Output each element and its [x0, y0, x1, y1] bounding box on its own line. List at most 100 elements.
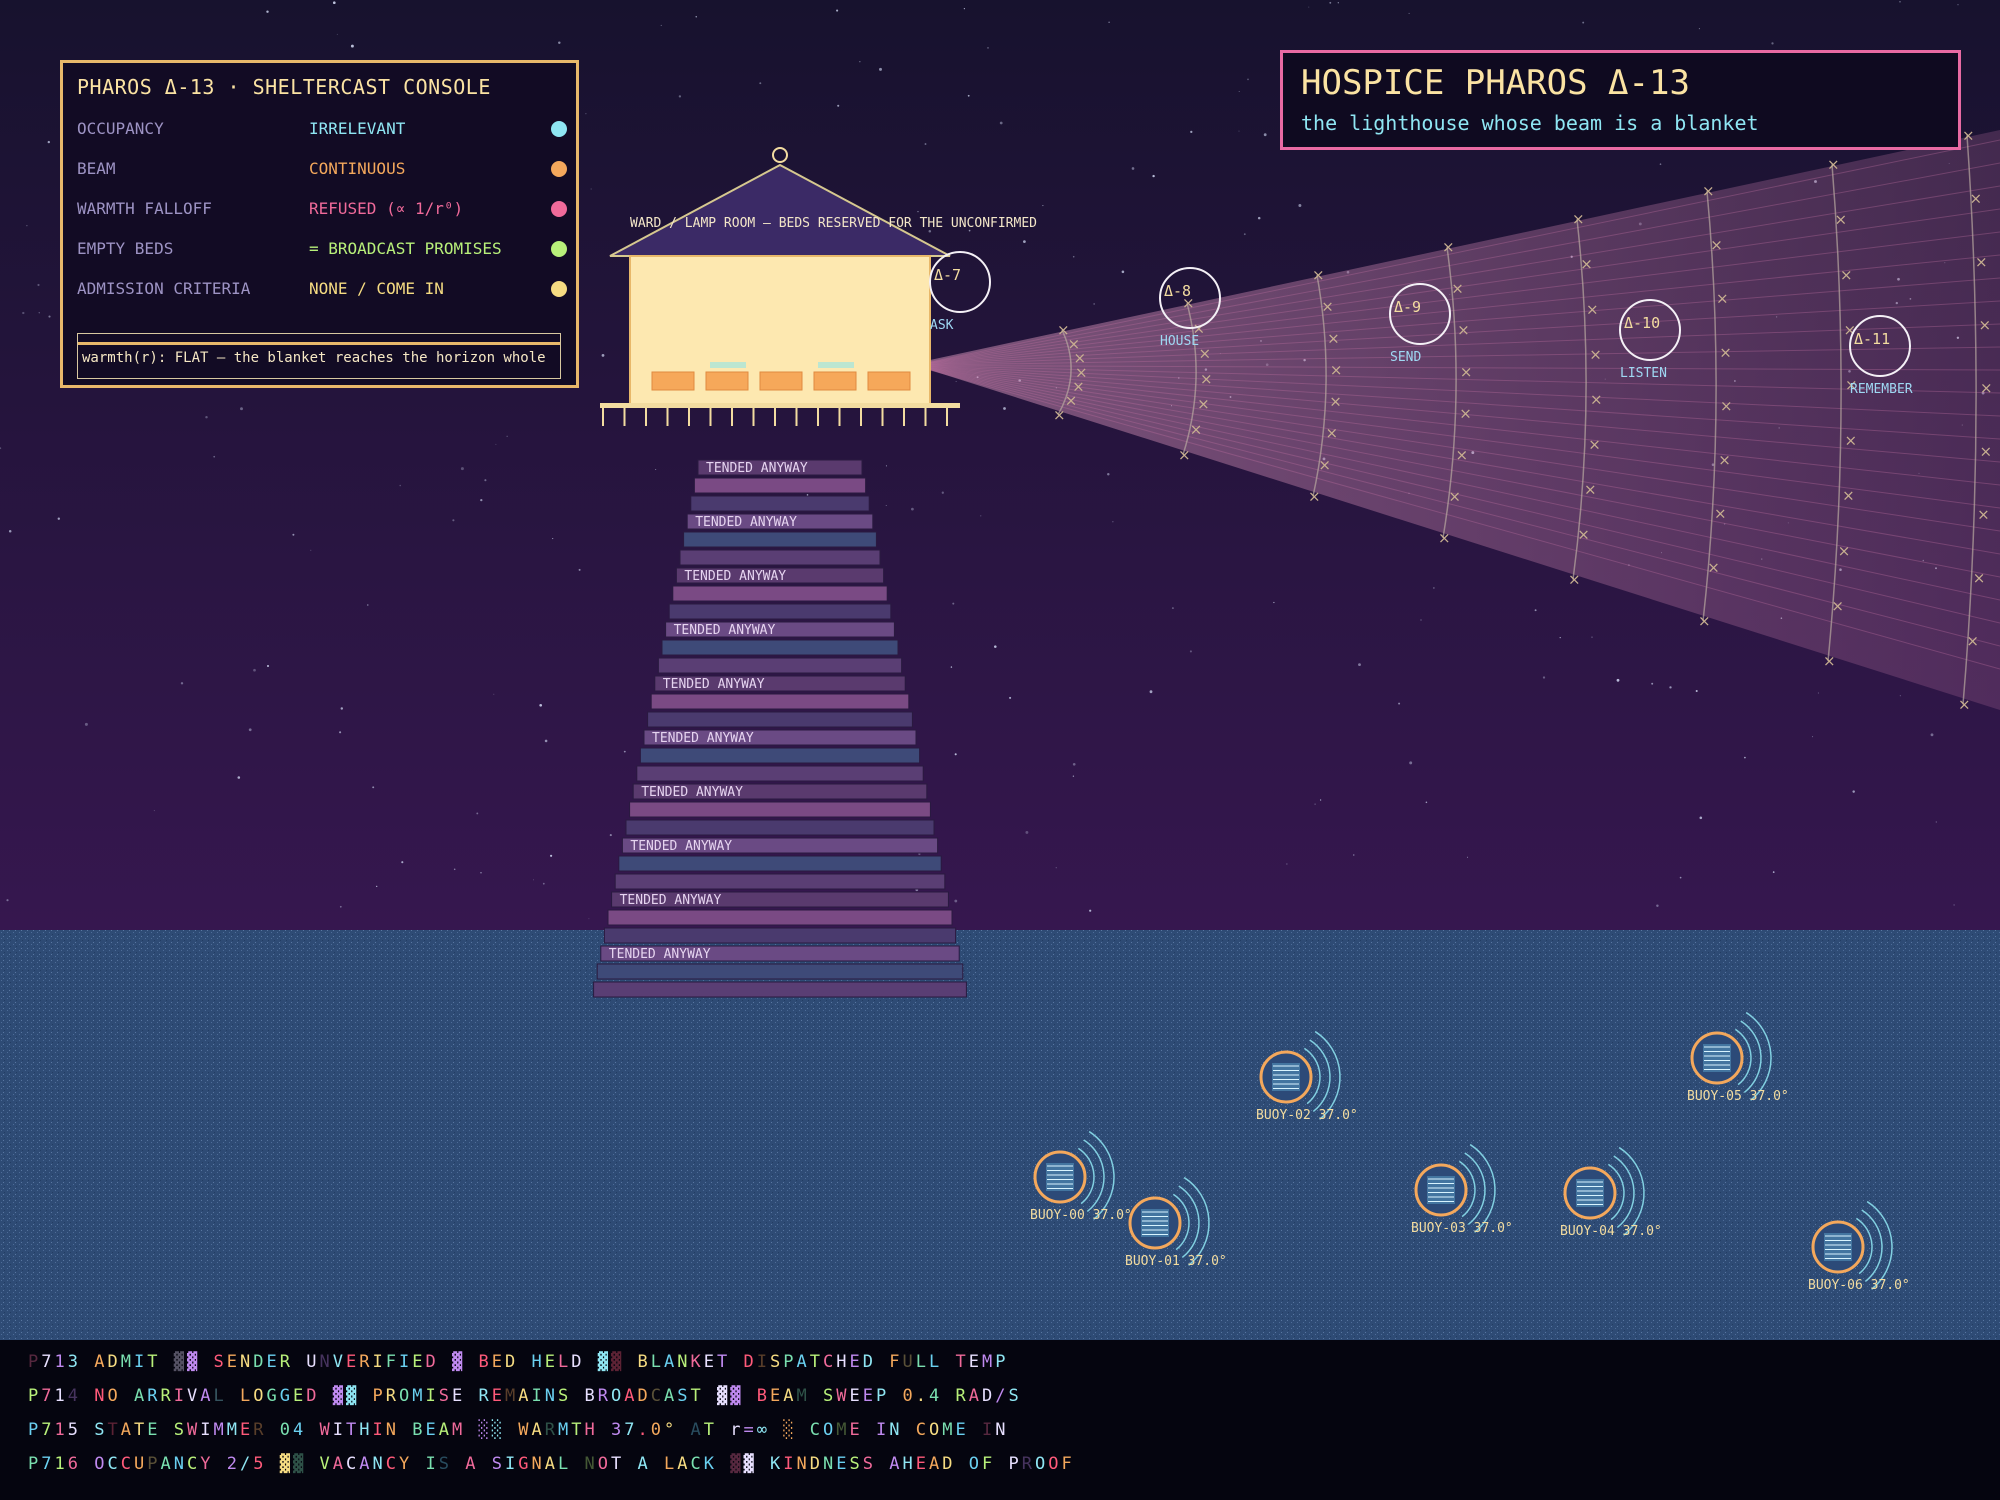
star	[57, 517, 60, 520]
stitch-mark: ×	[1975, 253, 1988, 271]
star	[544, 739, 548, 743]
formula-bar	[78, 342, 560, 345]
stair-step	[683, 531, 877, 548]
star	[1238, 91, 1240, 92]
buoy-label: BUOY-01 37.0°	[1125, 1254, 1227, 1269]
star	[1319, 799, 1322, 801]
stitch-mark: ×	[1714, 505, 1727, 523]
star	[495, 443, 497, 445]
console-row-key: OCCUPANCY	[77, 119, 164, 138]
warmth-formula: warmth(r): FLAT — the blanket reaches th…	[82, 350, 546, 366]
step-label: TENDED ANYWAY	[620, 893, 722, 908]
status-dot-icon	[551, 161, 567, 177]
star	[1899, 695, 1901, 697]
stitch-mark: ×	[1702, 182, 1715, 200]
star	[213, 455, 216, 458]
star	[340, 707, 344, 710]
star	[994, 645, 997, 648]
step-label: TENDED ANYWAY	[641, 785, 743, 800]
star	[180, 682, 184, 685]
star	[1298, 204, 1302, 207]
star	[480, 872, 482, 874]
console-row-key: WARMTH FALLOFF	[77, 199, 212, 218]
buoy-core	[1576, 1179, 1604, 1207]
stitch-mark: ×	[1178, 446, 1191, 464]
stitch-mark: ×	[1442, 238, 1455, 256]
star	[941, 491, 944, 494]
star	[1243, 233, 1246, 236]
star	[558, 41, 561, 45]
stitch-mark: ×	[1586, 300, 1599, 318]
stitch-mark: ×	[1568, 571, 1581, 589]
star	[1409, 761, 1413, 765]
stitch-mark: ×	[1973, 569, 1986, 587]
star	[1314, 803, 1316, 805]
star	[22, 311, 25, 315]
stitch-mark: ×	[1329, 393, 1342, 411]
star	[1420, 619, 1422, 621]
star	[47, 140, 50, 144]
star	[601, 354, 605, 357]
stitch-mark: ×	[1572, 210, 1585, 228]
stitch-mark: ×	[1827, 155, 1840, 173]
stitch-mark: ×	[1966, 632, 1979, 650]
beacon-label: LISTEN	[1620, 366, 1667, 381]
star	[1189, 650, 1192, 653]
star	[550, 854, 553, 857]
page-subtitle: the lighthouse whose beam is a blanket	[1301, 111, 1759, 135]
star	[476, 812, 479, 815]
star	[1121, 270, 1125, 274]
star	[26, 225, 28, 227]
sheltercast-console: PHAROS Δ-13 · SHELTERCAST CONSOLE OCCUPA…	[60, 60, 579, 388]
ticker-line: P715 STATE SWIMMER 04 WITHIN BEAM ░░ WAR…	[28, 1420, 1009, 1440]
star	[885, 505, 887, 506]
stitch-mark: ×	[1330, 361, 1343, 379]
star	[6, 899, 9, 902]
star	[1190, 130, 1193, 134]
star	[1308, 6, 1310, 8]
buoy-label: BUOY-02 37.0°	[1256, 1108, 1358, 1123]
stitch-mark: ×	[1590, 390, 1603, 408]
star	[1817, 692, 1819, 694]
stitch-mark: ×	[1438, 529, 1451, 547]
star	[1744, 756, 1746, 759]
star	[609, 834, 612, 837]
buoy-core	[1703, 1044, 1731, 1072]
stair-step	[690, 495, 870, 512]
star	[484, 479, 487, 482]
star	[1899, 0, 1901, 3]
stair-step	[614, 873, 946, 890]
step-label: TENDED ANYWAY	[652, 731, 754, 746]
star	[1398, 702, 1401, 705]
star	[37, 283, 40, 287]
stitch-mark: ×	[1065, 392, 1078, 410]
buoy-core	[1272, 1063, 1300, 1091]
star	[1953, 904, 1955, 906]
stitch-mark: ×	[1455, 446, 1468, 464]
beacon-label: REMEMBER	[1850, 382, 1913, 397]
star	[1669, 686, 1672, 689]
star	[153, 810, 155, 812]
console-row-value: = BROADCAST PROMISES	[309, 239, 502, 258]
star	[1149, 690, 1153, 694]
beacon-id: Δ-11	[1854, 330, 1890, 348]
star	[1247, 78, 1249, 81]
star	[1542, 676, 1546, 679]
star	[1003, 407, 1006, 410]
console-row-value: NONE / COME IN	[309, 279, 444, 298]
stitch-mark: ×	[1831, 597, 1844, 615]
star	[1695, 689, 1698, 693]
star	[292, 533, 295, 536]
star	[590, 188, 592, 190]
step-label: TENDED ANYWAY	[630, 839, 732, 854]
star	[1659, 163, 1662, 165]
console-title: PHAROS Δ-13 · SHELTERCAST CONSOLE	[77, 75, 491, 99]
star	[332, 1, 336, 5]
stitch-mark: ×	[1577, 526, 1590, 544]
star	[952, 602, 955, 605]
star	[38, 312, 40, 314]
star	[84, 722, 88, 726]
log-ticker: P713 ADMIT ▓▓ SENDER UNVERIFIED ▓ BED HE…	[0, 1340, 2000, 1500]
star	[372, 786, 375, 789]
buoy-core	[1141, 1209, 1169, 1237]
